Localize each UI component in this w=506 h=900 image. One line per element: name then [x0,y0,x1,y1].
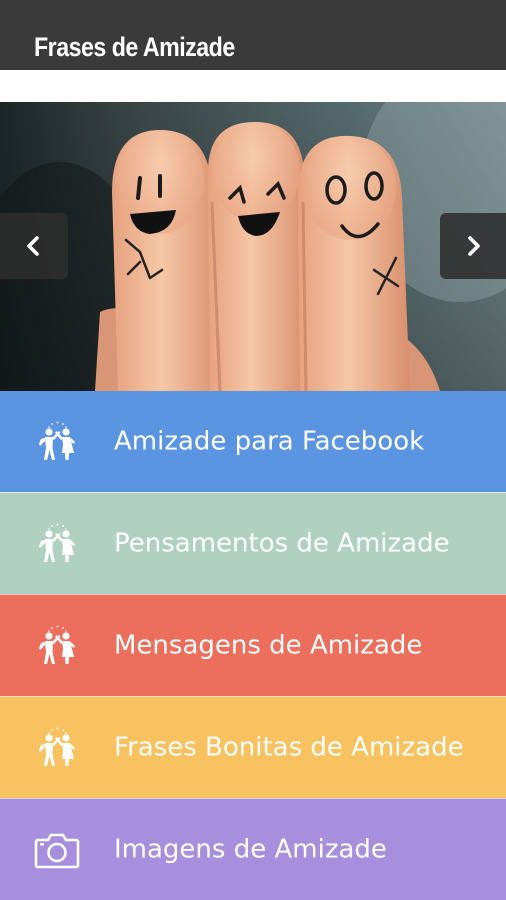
menu-item-label: Mensagens de Amizade [114,629,423,660]
carousel-banner-image[interactable] [0,102,506,391]
chevron-left-icon [27,236,39,256]
app-bar-spacer [0,70,506,102]
chevron-right-icon [468,236,480,256]
menu-item-mensagens-amizade[interactable]: Mensagens de Amizade [0,594,506,696]
menu-item-pensamentos-amizade[interactable]: Pensamentos de Amizade [0,492,506,594]
menu-item-imagens-amizade[interactable]: Imagens de Amizade [0,798,506,900]
friends-icon [34,623,80,669]
smiling-fingers-illustration [0,102,506,391]
app-title: Frases de Amizade [34,32,235,62]
friends-icon [34,725,80,771]
menu-item-label: Pensamentos de Amizade [114,527,450,558]
friends-icon [34,419,80,465]
menu-item-label: Frases Bonitas de Amizade [114,731,464,762]
friends-icon [34,521,80,567]
menu-item-frases-bonitas[interactable]: Frases Bonitas de Amizade [0,696,506,798]
menu-item-label: Imagens de Amizade [114,833,387,864]
camera-icon [34,827,80,873]
carousel-prev-button[interactable] [0,213,68,279]
menu-item-amizade-facebook[interactable]: Amizade para Facebook [0,391,506,492]
carousel-next-button[interactable] [440,213,506,279]
category-menu: Amizade para Facebook Pensamentos de Ami… [0,391,506,900]
app-bar: Frases de Amizade [0,0,506,70]
menu-item-label: Amizade para Facebook [114,425,425,456]
